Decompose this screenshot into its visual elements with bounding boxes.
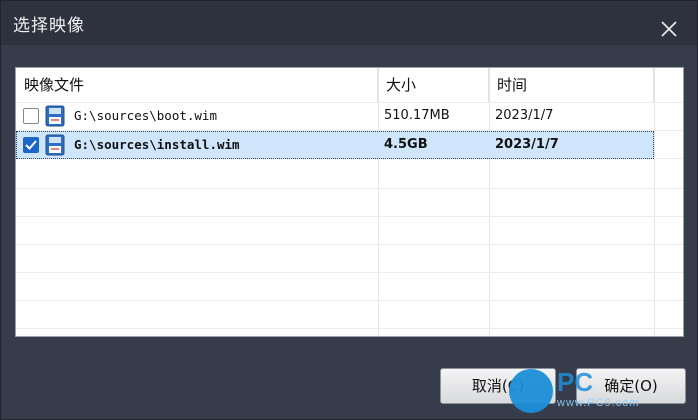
file-path: G:\sources\boot.wim [74, 108, 217, 123]
row-checkbox[interactable] [23, 137, 39, 153]
watermark-url: www.PC9.com [557, 397, 640, 409]
file-time: 2023/1/7 [495, 137, 559, 152]
file-size: 4.5GB [384, 137, 428, 152]
list-row-install[interactable]: G:\sources\install.wim 4.5GB 2023/1/7 [16, 131, 683, 159]
dialog-title: 选择映像 [13, 16, 85, 36]
row-checkbox[interactable] [23, 108, 39, 124]
list-row-boot[interactable]: G:\sources\boot.wim 510.17MB 2023/1/7 [16, 102, 683, 130]
file-path: G:\sources\install.wim [74, 137, 240, 152]
column-header-file[interactable]: 映像文件 [16, 68, 378, 102]
select-image-dialog: 选择映像 映像文件 大小 时间 G:\sources\boot.wim 510.… [0, 0, 698, 420]
wim-file-icon [45, 134, 65, 156]
list-header: 映像文件 大小 时间 [16, 68, 683, 102]
file-size: 510.17MB [384, 108, 450, 123]
close-icon [661, 21, 677, 37]
watermark-brand: PC [557, 367, 594, 397]
column-header-size[interactable]: 大小 [378, 68, 489, 102]
file-time: 2023/1/7 [495, 108, 554, 123]
title-bar: 选择映像 [1, 1, 697, 45]
close-button[interactable] [659, 19, 679, 39]
watermark-logo [509, 369, 553, 413]
image-list: 映像文件 大小 时间 G:\sources\boot.wim 510.17MB … [15, 67, 684, 337]
checkmark-icon [25, 140, 37, 150]
wim-file-icon [45, 105, 65, 127]
column-header-time[interactable]: 时间 [489, 68, 654, 102]
